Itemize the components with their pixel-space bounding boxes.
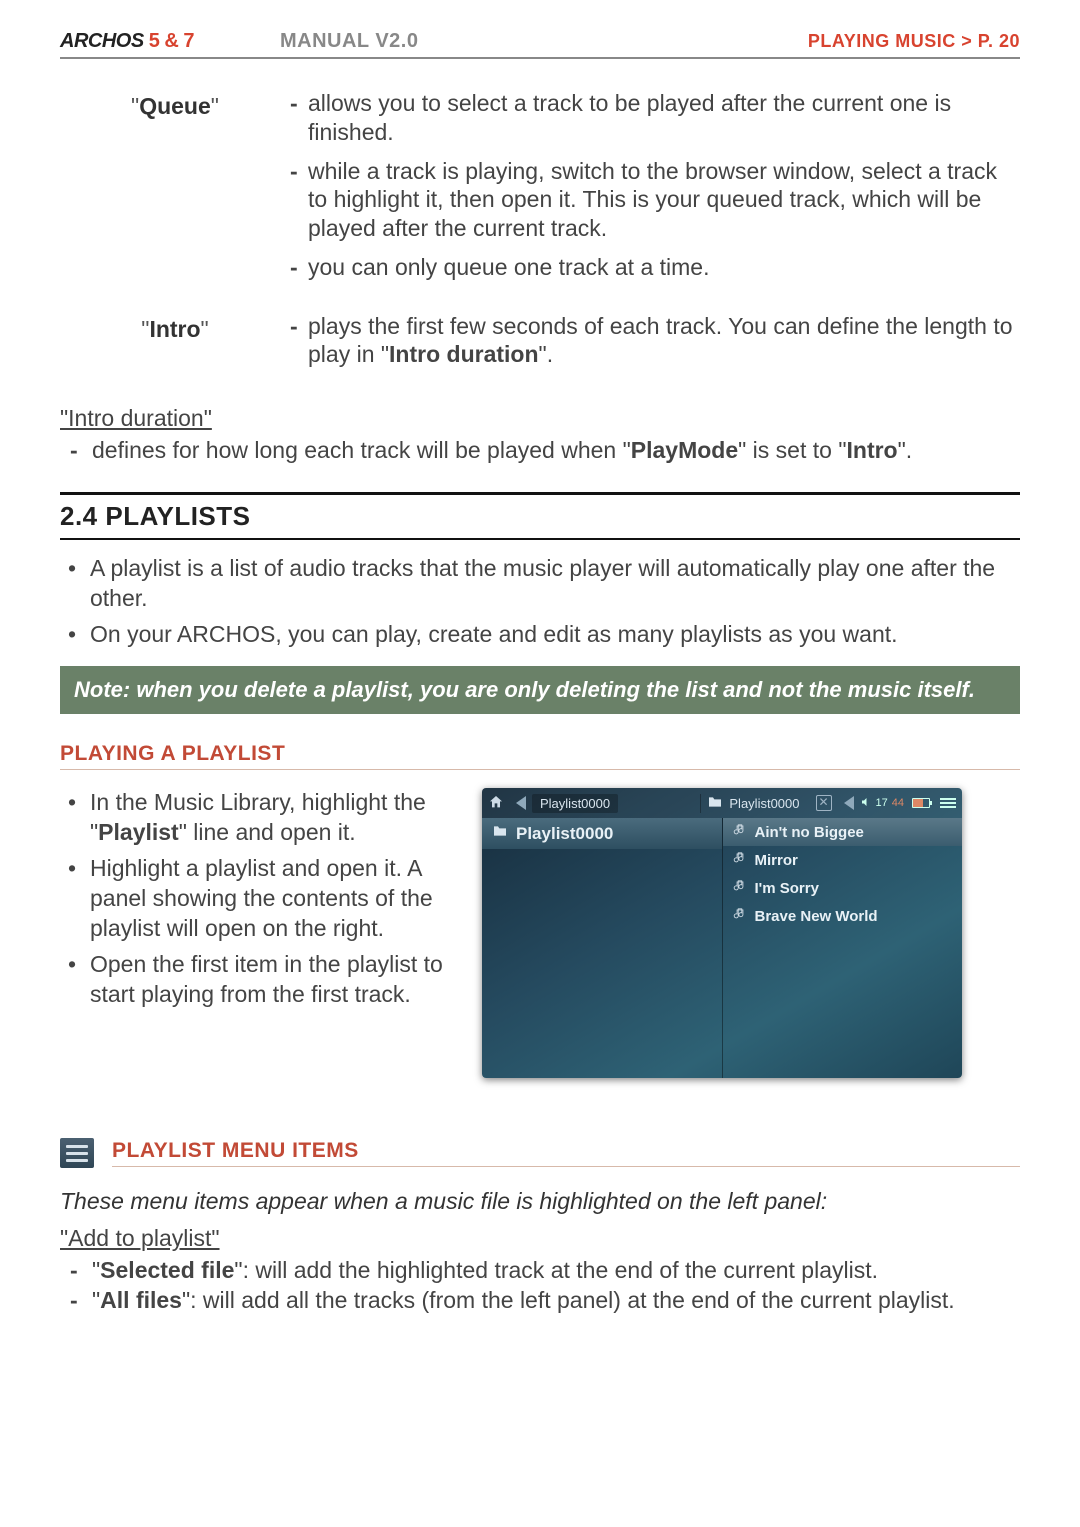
ds-left-header-label: Playlist0000 — [516, 824, 613, 844]
pp-bullet-2: Highlight a playlist and open it. A pane… — [68, 854, 460, 944]
add-row-1-b: Selected file — [100, 1257, 234, 1283]
intro-duration-line: defines for how long each track will be … — [70, 436, 1020, 466]
add-row-2-b: All files — [100, 1287, 182, 1313]
music-note-icon — [733, 907, 747, 925]
add-row-1: "Selected file": will add the highlighte… — [70, 1256, 1020, 1286]
status-bar: 17 44 — [860, 795, 957, 811]
folder-icon — [492, 823, 508, 844]
queue-line-1: allows you to select a track to be playe… — [290, 89, 1020, 147]
track-row[interactable]: Mirror — [723, 846, 963, 874]
ds-body: Playlist0000 Ain't no Biggee Mirror I'm … — [482, 818, 962, 1078]
subhead-playlist-menu-row: PLAYLIST MENU ITEMS — [60, 1138, 1020, 1168]
ds-left-panel: Playlist0000 — [482, 818, 723, 1078]
def-body-intro: plays the first few seconds of each trac… — [290, 312, 1020, 380]
track-label: I'm Sorry — [755, 880, 819, 897]
ds-right-panel: Ain't no Biggee Mirror I'm Sorry Brave N… — [723, 818, 963, 1078]
section-title-24: 2.4 PLAYLISTS — [60, 501, 1020, 532]
ds-top-right: Playlist0000 ✕ 17 44 — [700, 794, 962, 813]
brand-archos: ARCHOS — [60, 30, 144, 52]
track-label: Brave New World — [755, 908, 878, 925]
menu-icon[interactable] — [940, 798, 956, 808]
def-body-queue: allows you to select a track to be playe… — [290, 89, 1020, 292]
battery-icon — [912, 798, 930, 808]
manual-version: MANUAL V2.0 — [280, 30, 808, 53]
page-header: ARCHOS 5 & 7 MANUAL V2.0 PLAYING MUSIC >… — [60, 30, 1020, 59]
playlists-bullets: A playlist is a list of audio tracks tha… — [68, 554, 1020, 650]
idur-post: ". — [898, 437, 913, 463]
idur-pre: defines for how long each track will be … — [92, 437, 631, 463]
back-icon[interactable] — [516, 796, 526, 810]
music-note-icon — [733, 823, 747, 841]
playlists-bullet-1: A playlist is a list of audio tracks tha… — [68, 554, 1020, 614]
ds-left-header[interactable]: Playlist0000 — [482, 818, 722, 849]
idur-mid: " is set to " — [738, 437, 846, 463]
definition-table: "Queue" allows you to select a track to … — [60, 89, 1020, 379]
brand-model: 5 & 7 — [149, 30, 194, 52]
queue-line-2: while a track is playing, switch to the … — [290, 157, 1020, 243]
intro-duration-heading: "Intro duration" — [60, 405, 1020, 432]
ds-topbar: Playlist0000 Playlist0000 ✕ 17 44 — [482, 788, 962, 818]
add-to-playlist-heading: "Add to playlist" — [60, 1225, 1020, 1252]
track-row[interactable]: Brave New World — [723, 902, 963, 930]
ds-crumb-right: Playlist0000 — [729, 794, 807, 813]
term-intro-label: Intro — [149, 316, 200, 342]
queue-line-3: you can only queue one track at a time. — [290, 253, 1020, 282]
note-box: Note: when you delete a playlist, you ar… — [60, 666, 1020, 715]
intro-line: plays the first few seconds of each trac… — [290, 312, 1020, 370]
home-icon[interactable] — [488, 794, 504, 813]
subhead-playlist-menu: PLAYLIST MENU ITEMS — [112, 1139, 1020, 1167]
add-row-2-txt: : will add all the tracks (from the left… — [190, 1287, 954, 1313]
playlist-menu-lead: These menu items appear when a music fil… — [60, 1188, 1020, 1215]
hamburger-menu-icon — [60, 1138, 94, 1168]
pp-bullet-3: Open the first item in the playlist to s… — [68, 950, 460, 1010]
back-icon-2[interactable] — [844, 796, 854, 810]
close-icon[interactable]: ✕ — [816, 795, 832, 811]
def-row-intro: "Intro" plays the first few seconds of e… — [60, 312, 1020, 380]
track-row[interactable]: Ain't no Biggee — [723, 818, 963, 846]
term-intro: "Intro" — [60, 312, 290, 380]
def-row-queue: "Queue" allows you to select a track to … — [60, 89, 1020, 292]
brand: ARCHOS 5 & 7 — [60, 30, 280, 53]
music-note-icon — [733, 879, 747, 897]
pp1-post: " line and open it. — [179, 819, 356, 845]
intro-post: ". — [539, 341, 554, 367]
pp2-pre: Highlight a playlist and open it. A pane… — [90, 855, 433, 941]
pp-bullet-1: In the Music Library, highlight the "Pla… — [68, 788, 460, 848]
ds-top-left: Playlist0000 — [482, 794, 700, 813]
track-label: Ain't no Biggee — [755, 824, 864, 841]
playing-playlist-row: In the Music Library, highlight the "Pla… — [60, 788, 1020, 1078]
rule-top — [60, 492, 1020, 495]
ds-crumb-left[interactable]: Playlist0000 — [532, 794, 618, 813]
breadcrumb: PLAYING MUSIC > P. 20 — [808, 31, 1020, 52]
intro-bold: Intro duration — [389, 341, 538, 367]
add-row-1-txt: : will add the highlighted track at the … — [243, 1257, 878, 1283]
idur-b2: Intro — [847, 437, 898, 463]
add-row-2: "All files": will add all the tracks (fr… — [70, 1286, 1020, 1316]
folder-icon[interactable] — [707, 794, 723, 813]
track-row[interactable]: I'm Sorry — [723, 874, 963, 902]
term-queue-label: Queue — [139, 93, 211, 119]
subhead-playing-playlist: PLAYING A PLAYLIST — [60, 742, 1020, 770]
device-screenshot: Playlist0000 Playlist0000 ✕ 17 44 — [482, 788, 962, 1078]
status-time-m: 44 — [892, 797, 904, 809]
rule-bottom — [60, 538, 1020, 540]
idur-b1: PlayMode — [631, 437, 738, 463]
pp3-pre: Open the first item in the playlist to s… — [90, 951, 443, 1007]
volume-icon — [860, 795, 872, 811]
term-queue: "Queue" — [60, 89, 290, 292]
track-label: Mirror — [755, 852, 798, 869]
music-note-icon — [733, 851, 747, 869]
playlists-bullet-2: On your ARCHOS, you can play, create and… — [68, 620, 1020, 650]
status-time-h: 17 — [876, 797, 888, 809]
pp1-b: Playlist — [98, 819, 179, 845]
